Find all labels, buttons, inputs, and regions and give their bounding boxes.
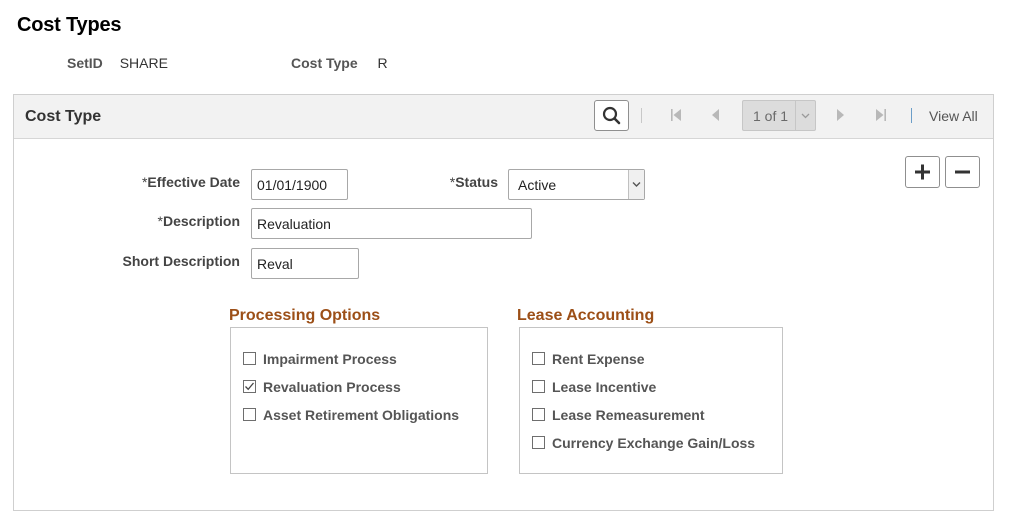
page-title: Cost Types [17, 14, 122, 36]
search-icon [602, 106, 621, 125]
first-page-icon[interactable] [669, 107, 683, 123]
setid-value: SHARE [119, 55, 168, 71]
asset-retirement-obligations-option[interactable]: Asset Retirement Obligations [243, 406, 459, 424]
separator [641, 108, 642, 123]
short-description-label: Short Description [122, 253, 240, 269]
cost-type-key-label: Cost Type [291, 55, 358, 71]
plus-icon [915, 164, 930, 180]
asset-retirement-obligations-checkbox[interactable] [243, 408, 256, 422]
status-select-value: Active [518, 177, 557, 193]
setid-label: SetID [67, 55, 103, 71]
revaluation-process-option[interactable]: Revaluation Process [243, 378, 401, 396]
rent-expense-option[interactable]: Rent Expense [532, 350, 645, 368]
impairment-process-option[interactable]: Impairment Process [243, 350, 397, 368]
delete-row-button[interactable] [945, 156, 980, 188]
checkmark-icon [245, 382, 254, 391]
pager-dropdown[interactable] [795, 101, 815, 130]
separator [911, 108, 912, 123]
lease-remeasurement-checkbox[interactable] [532, 408, 545, 422]
currency-exchange-checkbox[interactable] [532, 436, 545, 450]
pager-text: 1 of 1 [753, 108, 789, 124]
last-page-icon[interactable] [874, 107, 888, 123]
search-button[interactable] [594, 100, 629, 131]
pager[interactable]: 1 of 1 [742, 100, 816, 131]
effective-date-input[interactable]: 01/01/1900 [251, 169, 348, 200]
lease-remeasurement-option[interactable]: Lease Remeasurement [532, 406, 705, 424]
cost-type-key-value: R [377, 55, 388, 71]
lease-incentive-checkbox[interactable] [532, 380, 545, 394]
description-label: *Description [157, 213, 240, 229]
processing-options-title: Processing Options [229, 307, 381, 324]
status-select[interactable]: Active [508, 169, 645, 200]
lease-incentive-option[interactable]: Lease Incentive [532, 378, 656, 396]
setid-field: SetID SHARE [67, 55, 168, 71]
status-dropdown-arrow[interactable] [628, 170, 644, 199]
lease-accounting-box: Rent Expense Lease Incentive Lease Remea… [519, 327, 783, 474]
add-row-button[interactable] [905, 156, 940, 188]
chevron-down-icon [801, 113, 810, 119]
currency-exchange-option[interactable]: Currency Exchange Gain/Loss [532, 434, 755, 452]
effective-date-label: *Effective Date [141, 174, 240, 190]
minus-icon [955, 170, 970, 174]
panel-title: Cost Type [25, 108, 102, 125]
short-description-input[interactable]: Reval [251, 248, 359, 279]
status-label: *Status [449, 174, 498, 190]
previous-icon[interactable] [710, 107, 722, 123]
cost-type-panel: Cost Type 1 of 1 View All *Effective Dat… [13, 94, 994, 511]
view-all-link[interactable]: View All [929, 108, 978, 124]
revaluation-process-checkbox[interactable] [243, 380, 256, 394]
description-input[interactable]: Revaluation [251, 208, 532, 239]
cost-type-key-field: Cost Type R [291, 55, 388, 71]
lease-accounting-title: Lease Accounting [517, 307, 655, 324]
panel-header: Cost Type 1 of 1 View All [14, 95, 993, 139]
rent-expense-checkbox[interactable] [532, 352, 545, 366]
impairment-process-checkbox[interactable] [243, 352, 256, 366]
next-icon[interactable] [834, 107, 846, 123]
processing-options-box: Impairment Process Revaluation Process A… [230, 327, 488, 474]
chevron-down-icon [632, 182, 641, 187]
